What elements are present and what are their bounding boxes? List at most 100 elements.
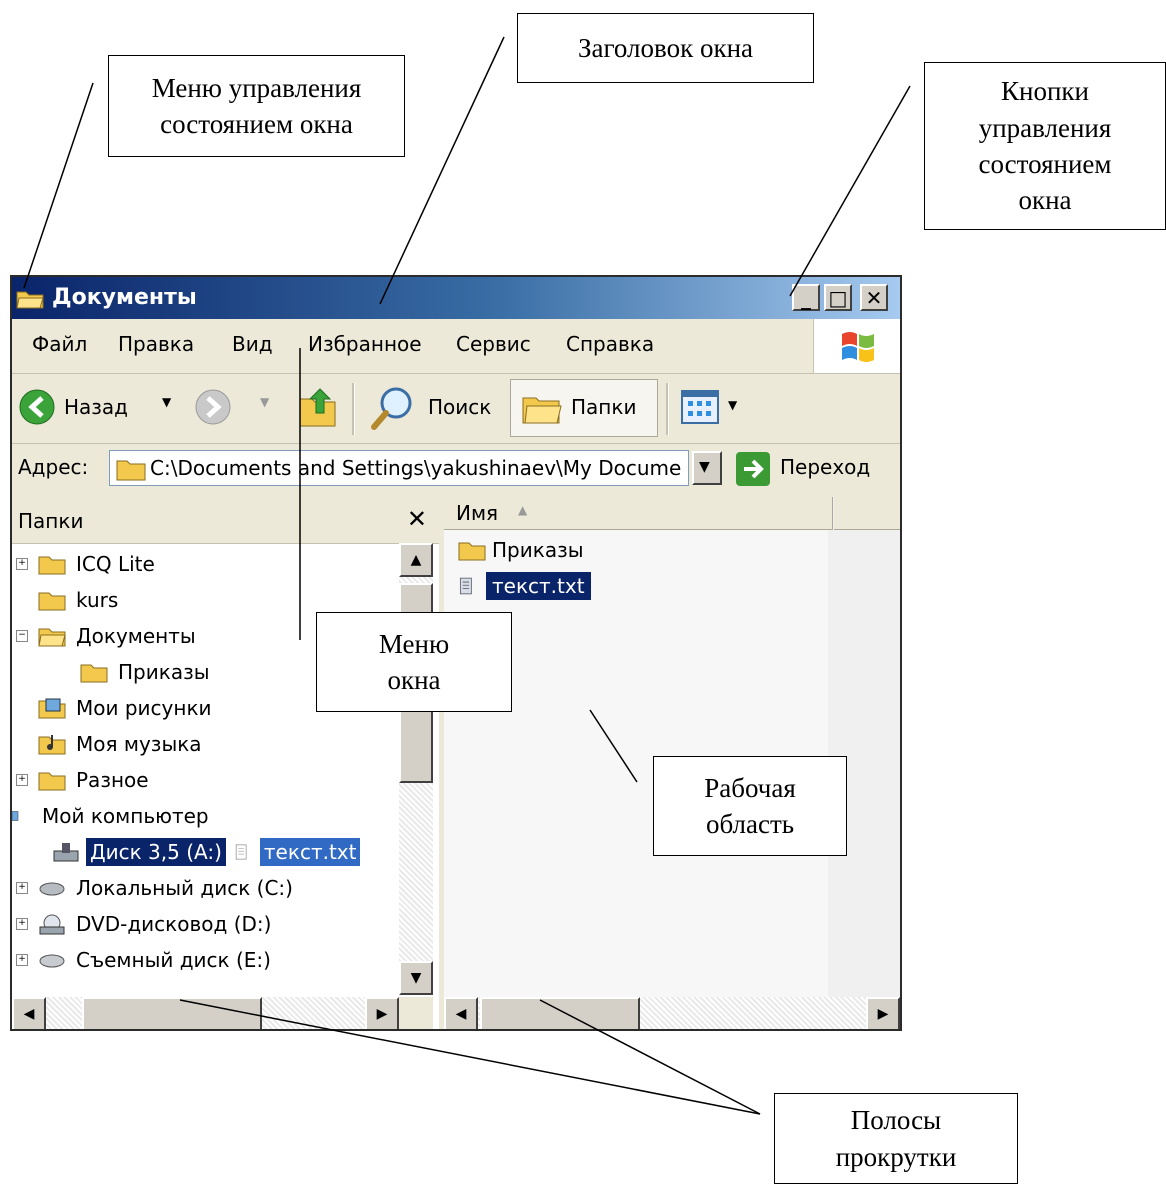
address-dropdown-button[interactable]: ▼ — [692, 451, 722, 485]
scroll-thumb[interactable] — [82, 997, 262, 1029]
floppy-drive-icon — [53, 843, 79, 862]
address-input[interactable]: C:\Documents and Settings\yakushinaev\My… — [109, 450, 689, 486]
menu-file[interactable]: Файл — [32, 332, 87, 356]
column-header-empty[interactable] — [834, 497, 900, 530]
folders-pane-header: Папки ✕ — [12, 497, 439, 544]
folder-icon[interactable] — [16, 287, 44, 309]
forward-arrow-icon[interactable] — [194, 388, 232, 426]
folders-horizontal-scrollbar[interactable]: ◀ ▶ — [12, 997, 399, 1029]
minimize-button[interactable]: _ — [792, 284, 820, 311]
search-button[interactable]: Поиск — [428, 395, 491, 419]
hard-drive-icon — [39, 882, 65, 896]
tree-item[interactable]: + Съемный диск (E:) — [16, 943, 275, 977]
callout-system-menu: Меню управления состоянием окна — [108, 55, 405, 157]
tree-item-label: Моя музыка — [76, 732, 202, 756]
search-icon[interactable] — [368, 383, 416, 433]
views-dropdown-icon[interactable]: ▼ — [728, 398, 737, 412]
tree-item[interactable]: + ICQ Lite — [16, 547, 159, 581]
close-button[interactable]: ✕ — [860, 284, 888, 311]
tree-item-label: kurs — [76, 588, 119, 612]
folders-vertical-scrollbar[interactable]: ▲ ▼ — [399, 543, 433, 995]
tree-item-label: Приказы — [118, 660, 210, 684]
menu-edit[interactable]: Правка — [118, 332, 194, 356]
files-horizontal-scrollbar[interactable]: ◀ ▶ — [444, 997, 900, 1029]
drag-label: текст.txt — [259, 838, 361, 866]
column-header-name[interactable]: Имя ▲ — [444, 497, 833, 530]
tree-item[interactable]: Мой компьютер — [12, 799, 213, 833]
toolbar-separator — [352, 383, 355, 435]
tree-item[interactable]: + Разное — [16, 763, 153, 797]
folders-pane-title: Папки — [18, 509, 84, 533]
text-file-icon — [459, 577, 472, 595]
toolbar: Назад ▼ ▼ Поиск Папки ▼ — [12, 373, 900, 444]
expand-icon[interactable]: + — [16, 954, 28, 966]
back-arrow-icon[interactable] — [18, 388, 56, 426]
views-icon[interactable] — [680, 389, 720, 425]
folder-up-icon[interactable] — [298, 385, 338, 429]
menu-view[interactable]: Вид — [232, 332, 273, 356]
removable-drive-icon — [39, 954, 65, 968]
scroll-left-button[interactable]: ◀ — [12, 997, 46, 1029]
expand-icon[interactable]: + — [16, 774, 28, 786]
scroll-left-button[interactable]: ◀ — [444, 997, 478, 1029]
folders-icon — [522, 397, 562, 424]
toolbar-separator — [666, 383, 669, 435]
menu-bar: Файл Правка Вид Избранное Сервис Справка — [12, 319, 900, 374]
menu-help[interactable]: Справка — [566, 332, 654, 356]
folders-button[interactable]: Папки — [510, 379, 658, 437]
tree-item-label: Мои рисунки — [76, 696, 212, 720]
scroll-down-button[interactable]: ▼ — [399, 961, 433, 995]
folder-tree: + ICQ Lite kurs − Документы Приказы Мои … — [12, 543, 399, 995]
tree-item[interactable]: + Локальный диск (C:) — [16, 871, 297, 905]
expand-icon[interactable]: + — [16, 558, 28, 570]
callout-title-bar: Заголовок окна — [517, 13, 814, 83]
column-label: Имя — [456, 501, 499, 525]
tree-item[interactable]: kurs — [38, 583, 122, 617]
windows-logo — [813, 319, 900, 373]
tree-item-label: Мой компьютер — [42, 804, 209, 828]
tree-item-selected[interactable]: Диск 3,5 (A:) текст.txt — [52, 835, 361, 869]
tree-item-label: Разное — [76, 768, 149, 792]
back-button[interactable]: Назад — [64, 395, 128, 419]
back-dropdown-icon[interactable]: ▼ — [162, 395, 171, 409]
tree-item[interactable]: + DVD-дисковод (D:) — [16, 907, 275, 941]
sort-ascending-icon: ▲ — [518, 503, 528, 517]
computer-icon — [12, 811, 19, 821]
scroll-thumb[interactable] — [480, 997, 640, 1029]
file-item-selected[interactable]: текст.txt — [458, 569, 591, 603]
tree-item[interactable]: Моя музыка — [38, 727, 206, 761]
menu-favorites[interactable]: Избранное — [308, 332, 422, 356]
go-label[interactable]: Переход — [780, 455, 870, 479]
scroll-right-button[interactable]: ▶ — [866, 997, 900, 1029]
go-arrow-icon — [744, 459, 764, 479]
tree-item-label: Диск 3,5 (A:) — [86, 838, 226, 866]
dvd-drive-icon — [39, 914, 65, 935]
pointer-line — [23, 82, 94, 289]
scroll-up-button[interactable]: ▲ — [399, 543, 433, 577]
tree-item[interactable]: − Документы — [16, 619, 200, 653]
pointer-line — [789, 85, 911, 297]
callout-window-buttons: Кнопки управления состоянием окна — [924, 62, 1166, 230]
collapse-icon[interactable]: − — [16, 630, 28, 642]
title-bar[interactable]: Документы _ □ ✕ — [12, 277, 900, 319]
address-bar: Адрес: C:\Documents and Settings\yakushi… — [12, 443, 900, 495]
tree-item[interactable]: Приказы — [80, 655, 214, 689]
close-icon[interactable]: ✕ — [407, 505, 427, 533]
address-value: C:\Documents and Settings\yakushinaev\My… — [150, 456, 682, 480]
scroll-corner — [399, 997, 433, 1029]
open-folder-icon — [38, 628, 66, 647]
file-item[interactable]: Приказы — [458, 533, 584, 567]
scroll-right-button[interactable]: ▶ — [365, 997, 399, 1029]
expand-icon[interactable]: + — [16, 918, 28, 930]
maximize-button[interactable]: □ — [824, 284, 852, 311]
forward-dropdown-icon[interactable]: ▼ — [260, 395, 269, 409]
tree-item[interactable]: Мои рисунки — [38, 691, 216, 725]
menu-tools[interactable]: Сервис — [456, 332, 531, 356]
tree-item-label: Документы — [76, 624, 196, 648]
folder-icon — [116, 460, 146, 481]
window-title: Документы — [52, 285, 197, 310]
address-label: Адрес: — [18, 455, 89, 479]
expand-icon[interactable]: + — [16, 882, 28, 894]
tree-item-label: Локальный диск (C:) — [76, 876, 293, 900]
go-button[interactable] — [736, 452, 770, 486]
